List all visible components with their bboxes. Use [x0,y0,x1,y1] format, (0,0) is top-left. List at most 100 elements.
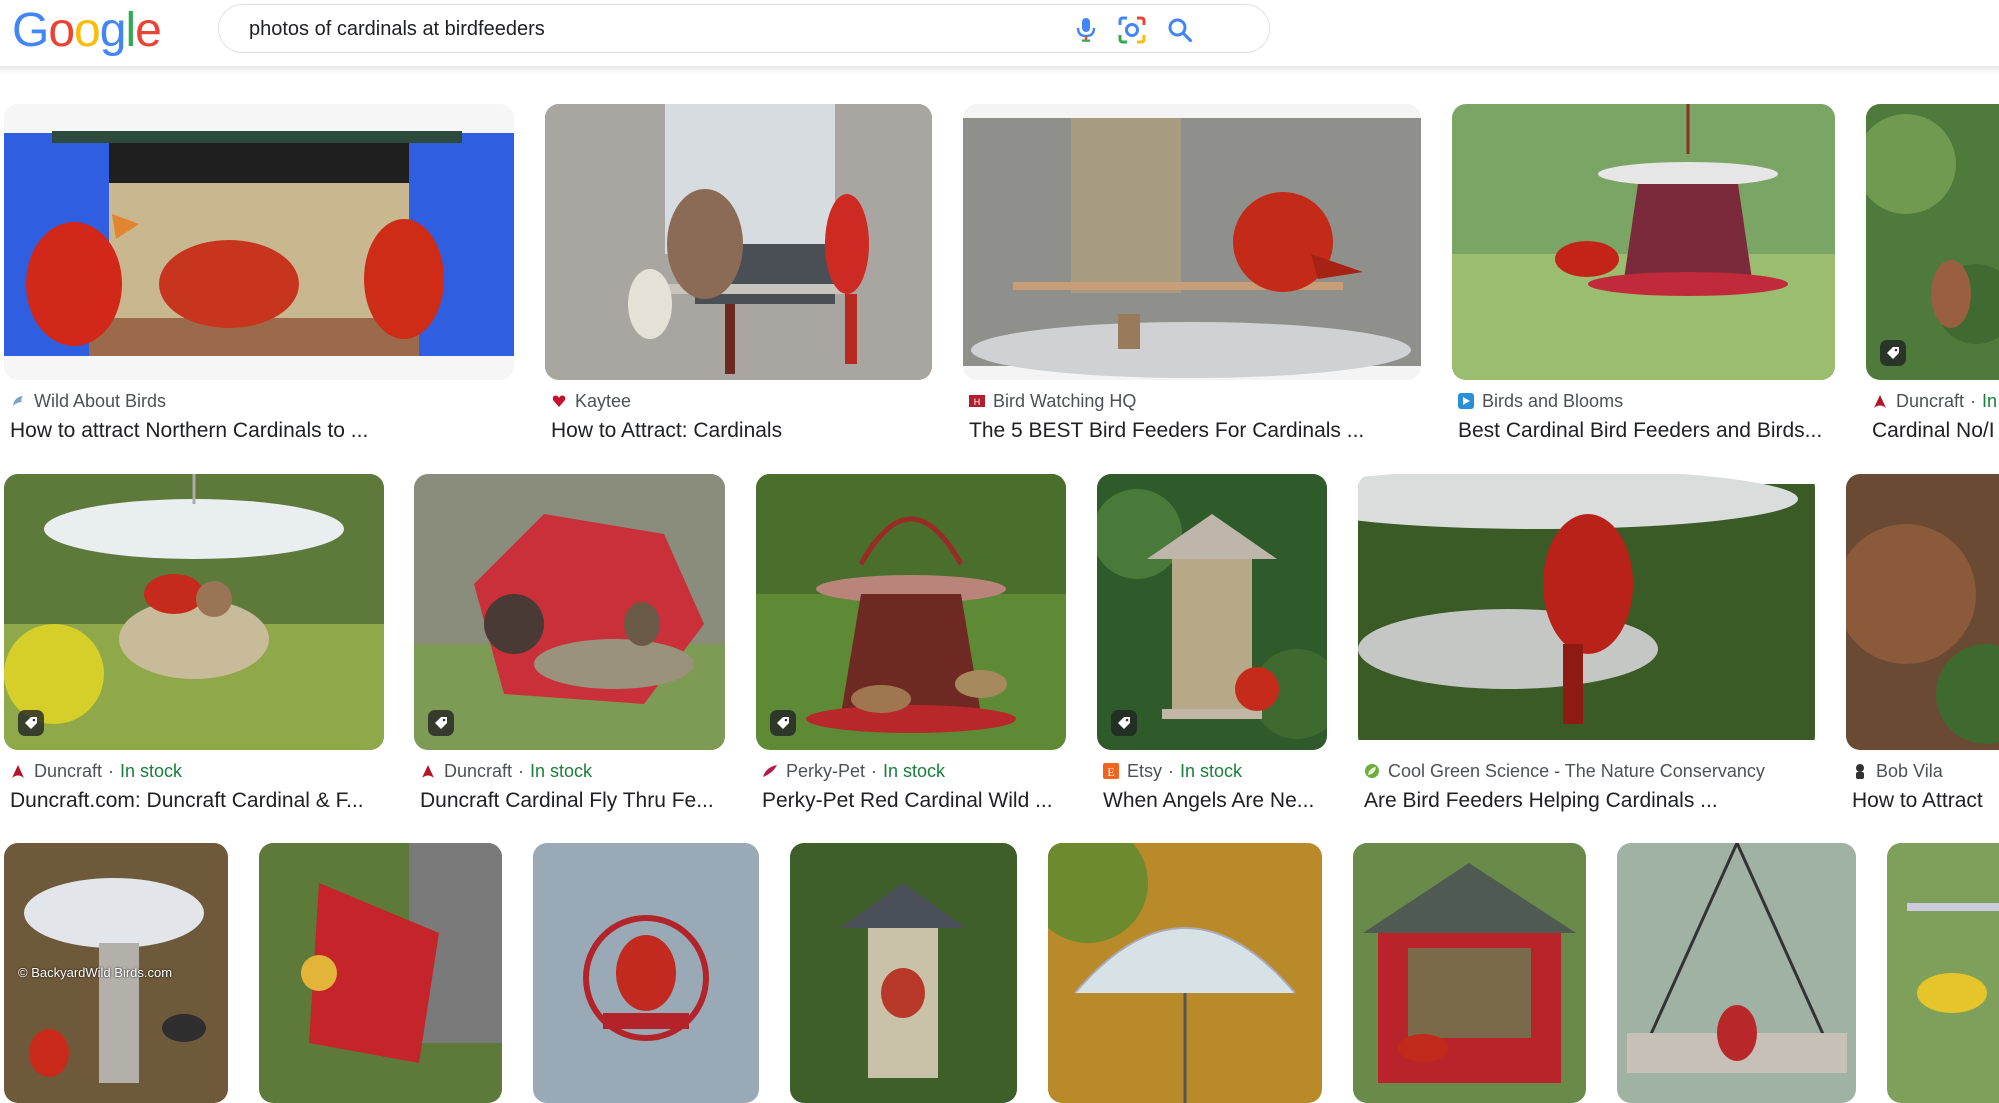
result-thumbnail[interactable] [1887,843,1999,1103]
person-icon [1852,763,1868,779]
result-title[interactable]: Duncraft Cardinal Fly Thru Fe... [420,788,731,814]
source-name: Duncraft [1896,391,1965,411]
logo-letter: G [12,4,49,57]
result-thumbnail[interactable] [790,843,1017,1103]
google-logo[interactable]: Google [12,4,162,57]
source-name: Duncraft [34,761,103,781]
result-source[interactable]: E Etsy · In stock [1103,760,1333,782]
result-source[interactable]: Kaytee [551,390,938,412]
cardinal-icon [1872,393,1888,409]
result-thumbnail[interactable] [1048,843,1322,1103]
result-thumbnail[interactable] [259,843,502,1103]
result-title[interactable]: Perky-Pet Red Cardinal Wild ... [762,788,1072,814]
lens-icon[interactable] [1117,15,1147,45]
result-meta: Duncraft · In stock Duncraft Cardinal Fl… [420,760,731,814]
result-title[interactable]: The 5 BEST Bird Feeders For Cardinals ..… [969,418,1427,444]
result-thumbnail[interactable]: © BackyardWild Birds.com [4,843,228,1103]
result-source[interactable]: Bob Vila [1852,760,1999,782]
result-title[interactable]: Duncraft.com: Duncraft Cardinal & F... [10,788,390,814]
result-source[interactable]: Duncraft · In stock [10,760,390,782]
result-meta: Cool Green Science - The Nature Conserva… [1364,760,1821,814]
result-thumbnail[interactable] [1097,474,1327,750]
result-thumbnail[interactable] [756,474,1066,750]
source-name: Birds and Blooms [1482,391,1624,411]
result-source[interactable]: H Bird Watching HQ [969,390,1427,412]
price-tag-icon [1111,710,1137,736]
result-meta: Perky-Pet · In stock Perky-Pet Red Cardi… [762,760,1072,814]
hq-icon: H [969,393,985,409]
price-tag-icon [1880,340,1906,366]
header-divider [0,66,1999,74]
result-meta: E Etsy · In stock When Angels Are Ne... [1103,760,1333,814]
search-header: Google [0,0,1999,66]
search-input[interactable] [249,17,1049,41]
result-thumbnail[interactable] [963,104,1421,380]
heart-icon [551,393,567,409]
result-meta: Duncraft · In Cardinal No/I [1872,390,1999,444]
separator: · [518,761,525,781]
result-meta: Bob Vila How to Attract [1852,760,1999,814]
result-title[interactable]: Best Cardinal Bird Feeders and Birds... [1458,418,1841,444]
wing-icon [10,393,26,409]
result-source[interactable]: Cool Green Science - The Nature Conserva… [1364,760,1821,782]
search-box [218,4,1270,53]
source-name: Etsy [1127,761,1163,781]
result-title[interactable]: How to Attract [1852,788,1999,814]
cardinal-icon [420,763,436,779]
source-name: Kaytee [575,391,632,411]
search-icon[interactable] [1165,15,1195,45]
feather-icon [762,763,778,779]
result-source[interactable]: Wild About Birds [10,390,520,412]
logo-letter: o [74,4,101,57]
mic-icon[interactable] [1071,15,1101,45]
result-thumbnail[interactable] [1846,474,1999,750]
result-meta: Birds and Blooms Best Cardinal Bird Feed… [1458,390,1841,444]
result-thumbnail[interactable] [4,474,384,750]
result-thumbnail[interactable] [1358,474,1815,750]
source-name: Duncraft [444,761,513,781]
result-source[interactable]: Duncraft · In [1872,390,1999,412]
result-thumbnail[interactable] [1452,104,1835,380]
price-tag-icon [18,710,44,736]
result-title[interactable]: How to Attract: Cardinals [551,418,938,444]
logo-letter: o [48,4,75,57]
result-meta: Kaytee How to Attract: Cardinals [551,390,938,444]
source-name: Bird Watching HQ [993,391,1137,411]
cardinal-icon [10,763,26,779]
result-title[interactable]: How to attract Northern Cardinals to ... [10,418,520,444]
logo-letter: e [135,4,162,57]
play-icon [1458,393,1474,409]
stock-status: In [1982,391,1998,411]
result-thumbnail[interactable] [4,104,514,380]
separator: · [871,761,878,781]
stock-status: In stock [883,761,946,781]
separator: · [1168,761,1175,781]
separator: · [108,761,115,781]
stock-status: In stock [120,761,183,781]
result-thumbnail[interactable] [1353,843,1586,1103]
result-thumbnail[interactable] [545,104,932,380]
leaf-icon [1364,763,1380,779]
stock-status: In stock [1180,761,1243,781]
source-name: Perky-Pet [786,761,866,781]
price-tag-icon [428,710,454,736]
result-thumbnail[interactable] [533,843,759,1103]
result-thumbnail[interactable] [1617,843,1856,1103]
etsy-icon: E [1103,763,1119,779]
stock-status: In stock [530,761,593,781]
result-title[interactable]: Are Bird Feeders Helping Cardinals ... [1364,788,1821,814]
result-source[interactable]: Birds and Blooms [1458,390,1841,412]
result-meta: Wild About Birds How to attract Northern… [10,390,520,444]
result-meta: H Bird Watching HQ The 5 BEST Bird Feede… [969,390,1427,444]
separator: · [1970,391,1977,411]
svg-text:E: E [1107,765,1114,779]
result-thumbnail[interactable] [414,474,725,750]
result-title[interactable]: When Angels Are Ne... [1103,788,1333,814]
result-title[interactable]: Cardinal No/I [1872,418,1999,444]
svg-text:H: H [974,397,981,407]
source-name: Bob Vila [1876,761,1943,781]
result-source[interactable]: Duncraft · In stock [420,760,731,782]
price-tag-icon [770,710,796,736]
result-source[interactable]: Perky-Pet · In stock [762,760,1072,782]
result-thumbnail[interactable] [1866,104,1999,380]
